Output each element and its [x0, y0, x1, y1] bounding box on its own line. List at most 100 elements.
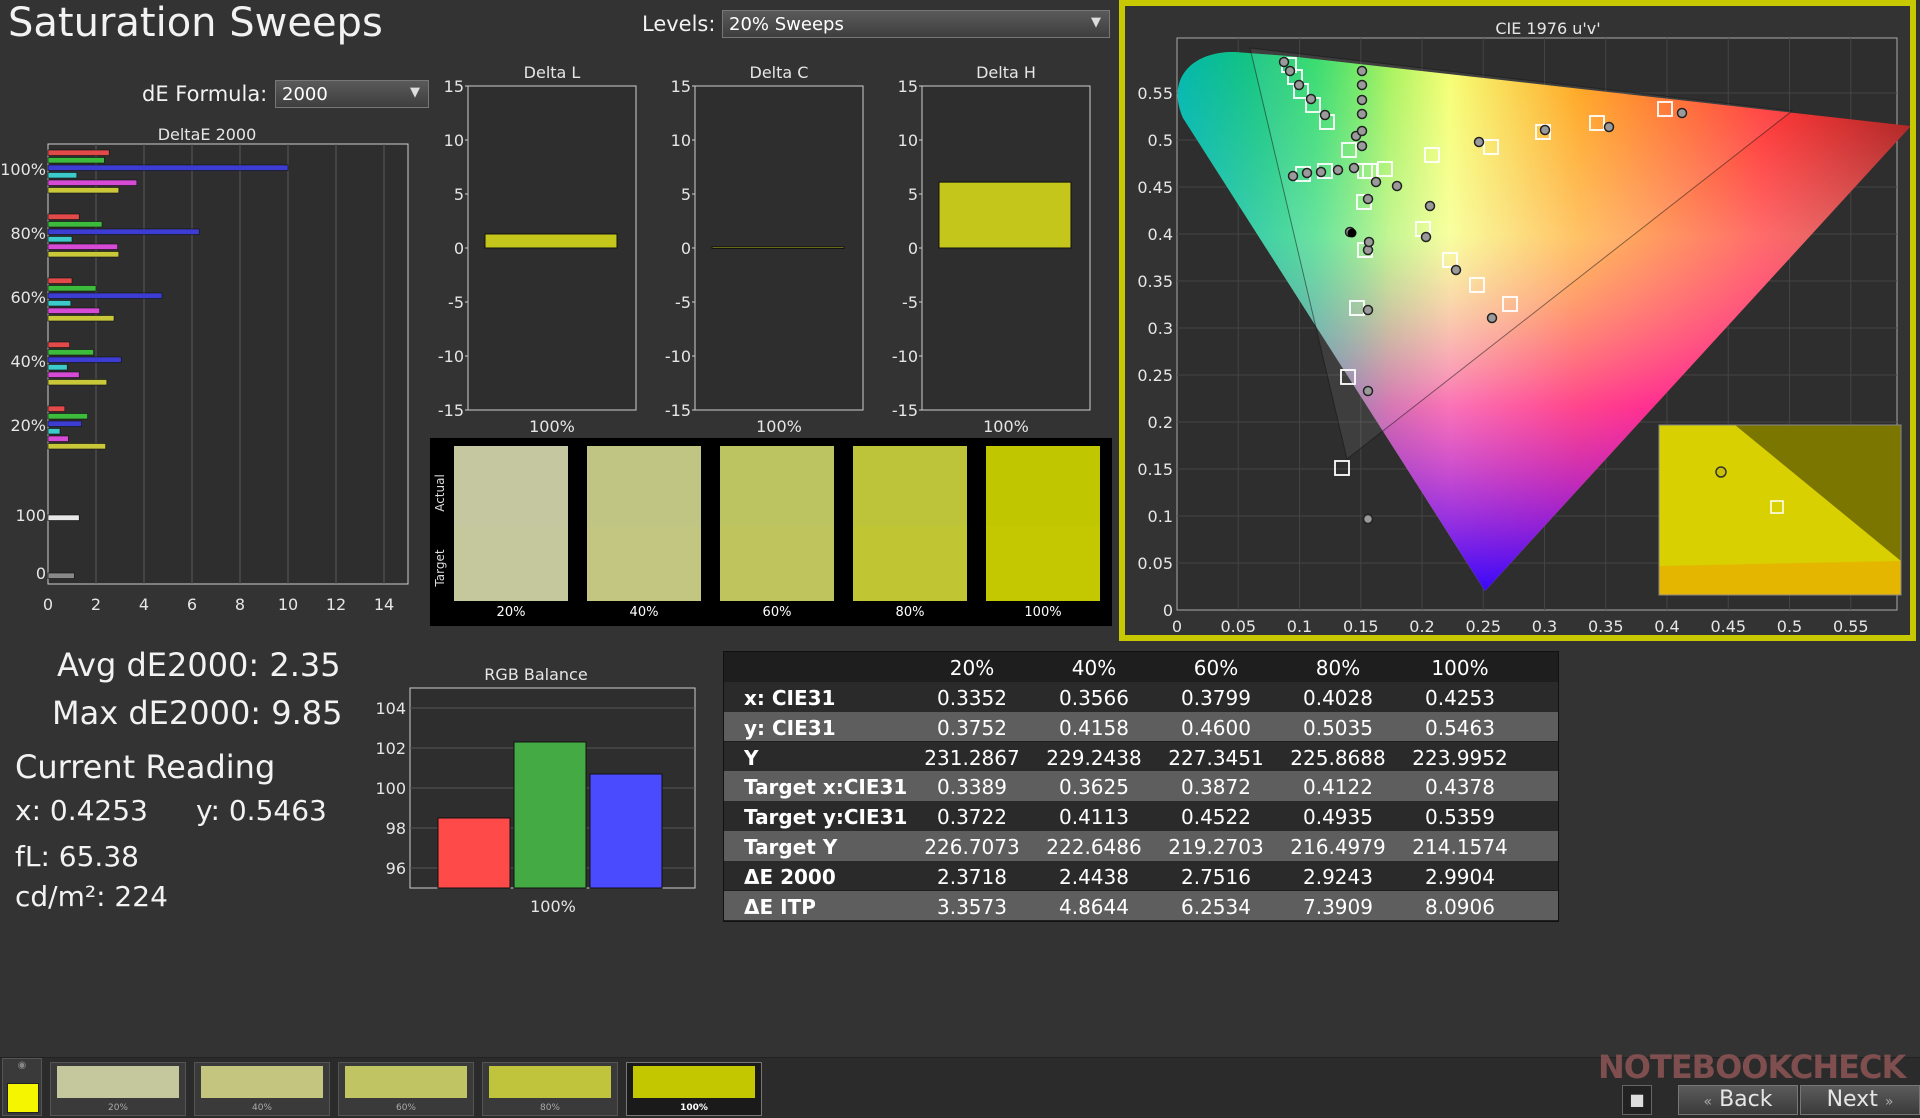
deltae-ylabel: 0	[36, 564, 46, 583]
level-thumb-label: 80%	[539, 1103, 560, 1113]
swatch-label: 100%	[1024, 605, 1061, 620]
rgb-ytick: 102	[375, 739, 406, 758]
table-row: Y 231.2867 229.2438 227.3451 225.8688 223.995…	[724, 741, 1558, 772]
row-label: ΔE 2000	[744, 864, 836, 889]
target-label: Target	[433, 549, 447, 587]
table-cell: 0.3799	[1181, 686, 1251, 710]
measured-marker	[1473, 136, 1485, 148]
deltae-xtick: 8	[235, 595, 245, 614]
stop-icon[interactable]: ■	[1622, 1085, 1652, 1115]
delta-ytick: -15	[892, 401, 918, 420]
level-thumb[interactable]: 20%	[50, 1062, 186, 1116]
level-thumb-label: 100%	[680, 1103, 708, 1113]
measured-marker	[1362, 304, 1374, 316]
delta-chart-title: Delta L	[524, 63, 581, 82]
chevron-down-icon: ▼	[410, 85, 420, 100]
table-cell: 225.8688	[1290, 745, 1386, 770]
row-label: Target y:CIE31	[744, 805, 908, 830]
delta-bar	[938, 181, 1072, 249]
swatch-target	[454, 526, 568, 601]
table-row: ΔE 2000 2.3718 2.4438 2.7516 2.9243 2.9904	[724, 860, 1558, 891]
swatch-target	[853, 526, 967, 601]
current-reading-title: Current Reading	[15, 748, 276, 786]
cie-xtick: 0.1	[1287, 617, 1312, 635]
rgb-balance-chart: RGB Balance 104 102 100 98 96 100%	[375, 665, 696, 916]
deltae-bar	[47, 428, 61, 435]
cie-xtick: 0.55	[1833, 617, 1869, 635]
current-color-swatch	[7, 1083, 39, 1113]
level-thumb[interactable]: 80%	[482, 1062, 618, 1116]
table-cell: 216.4979	[1290, 835, 1386, 859]
measured-marker	[1305, 93, 1317, 105]
cie-xtick: 0.25	[1465, 617, 1501, 635]
rgb-ytick: 98	[386, 819, 406, 838]
swatch-label: 80%	[896, 605, 925, 620]
actual-label: Actual	[433, 474, 447, 512]
row-label: ΔE ITP	[744, 894, 816, 919]
measured-marker	[1370, 176, 1382, 188]
delta-ytick: -5	[448, 293, 464, 312]
deltae-chart-title: DeltaE 2000	[158, 125, 257, 144]
table-cell: 4.8644	[1059, 894, 1129, 919]
levels-dropdown[interactable]: 20% Sweeps ▼	[722, 10, 1110, 38]
next-label: Next	[1826, 1087, 1878, 1112]
measured-marker	[1450, 264, 1462, 276]
swatch-actual	[587, 446, 701, 526]
delta-chart-title: Delta H	[976, 63, 1036, 82]
rgb-ytick: 100	[375, 779, 406, 798]
delta-ytick: 10	[898, 131, 918, 150]
deltae-xtick: 6	[187, 595, 197, 614]
table-cell: 231.2867	[924, 745, 1020, 770]
level-thumb[interactable]: 60%	[338, 1062, 474, 1116]
cie-ytick: 0.2	[1148, 413, 1173, 432]
table-cell: 0.5463	[1425, 715, 1495, 740]
next-button[interactable]: Next »	[1800, 1085, 1920, 1115]
measured-marker	[1539, 124, 1551, 136]
swatch-actual	[720, 446, 834, 526]
deltae-bar	[47, 213, 80, 220]
table-cell: 2.7516	[1181, 864, 1251, 889]
de-formula-dropdown[interactable]: 2000 ▼	[275, 80, 429, 108]
deltae-bar	[47, 572, 75, 579]
table-cell: 2.3718	[937, 864, 1007, 889]
row-label: x: CIE31	[744, 686, 836, 710]
cie-xtick: 0.35	[1588, 617, 1624, 635]
delta-chart-delta-c: Delta C 15 10 5 0 -5 -10 -15 100%	[665, 63, 864, 436]
delta-xlabel: 100%	[983, 417, 1029, 436]
table-row: Target Y 226.7073 222.6486 219.2703 216.4979…	[724, 831, 1558, 861]
delta-ytick: 10	[671, 131, 691, 150]
table-cell: 0.4122	[1303, 775, 1373, 800]
delta-ytick: -5	[675, 293, 691, 312]
rgb-bar	[513, 741, 587, 889]
level-thumb-label: 60%	[395, 1103, 416, 1113]
delta-charts: Delta L 15 10 5 0 -5 -10 -15 100% Delta C 15 10 5 0 -5…	[438, 63, 1091, 436]
delta-ytick: 0	[908, 239, 918, 258]
back-button[interactable]: « Back	[1678, 1085, 1798, 1115]
level-thumb-label: 40%	[251, 1103, 272, 1113]
cie-panel: CIE 1976 u'v' 0.55 0.5 0.45 0.4 0.35 0.3 0.25 0…	[1119, 0, 1916, 641]
table-cell: 0.3752	[937, 715, 1007, 740]
deltae-bar	[47, 405, 66, 412]
table-cell: 222.6486	[1046, 835, 1142, 859]
deltae-bar	[47, 379, 108, 386]
page-title: Saturation Sweeps	[8, 0, 383, 46]
table-cell: 0.4378	[1425, 775, 1495, 800]
inset-measured-point	[1715, 466, 1727, 478]
deltae-bar	[47, 149, 110, 156]
level-thumb[interactable]: 100%	[626, 1062, 762, 1116]
delta-ytick: 0	[681, 239, 691, 258]
current-color-tile: ◉	[2, 1058, 42, 1116]
deltae-bar	[47, 164, 289, 171]
back-label: Back	[1719, 1087, 1773, 1112]
cie-xtick: 0.5	[1777, 617, 1802, 635]
table-cell: 0.4522	[1181, 805, 1251, 830]
cie-ytick: 0.25	[1137, 366, 1173, 385]
deltae-xtick: 2	[91, 595, 101, 614]
deltae-ylabel: 40%	[10, 352, 46, 371]
deltae-bar	[47, 443, 106, 450]
max-de: Max dE2000: 9.85	[52, 694, 343, 732]
level-thumb[interactable]: 40%	[194, 1062, 330, 1116]
swatch-label: 40%	[630, 605, 659, 620]
measured-marker	[1356, 79, 1368, 91]
levels-value: 20% Sweeps	[729, 14, 844, 35]
